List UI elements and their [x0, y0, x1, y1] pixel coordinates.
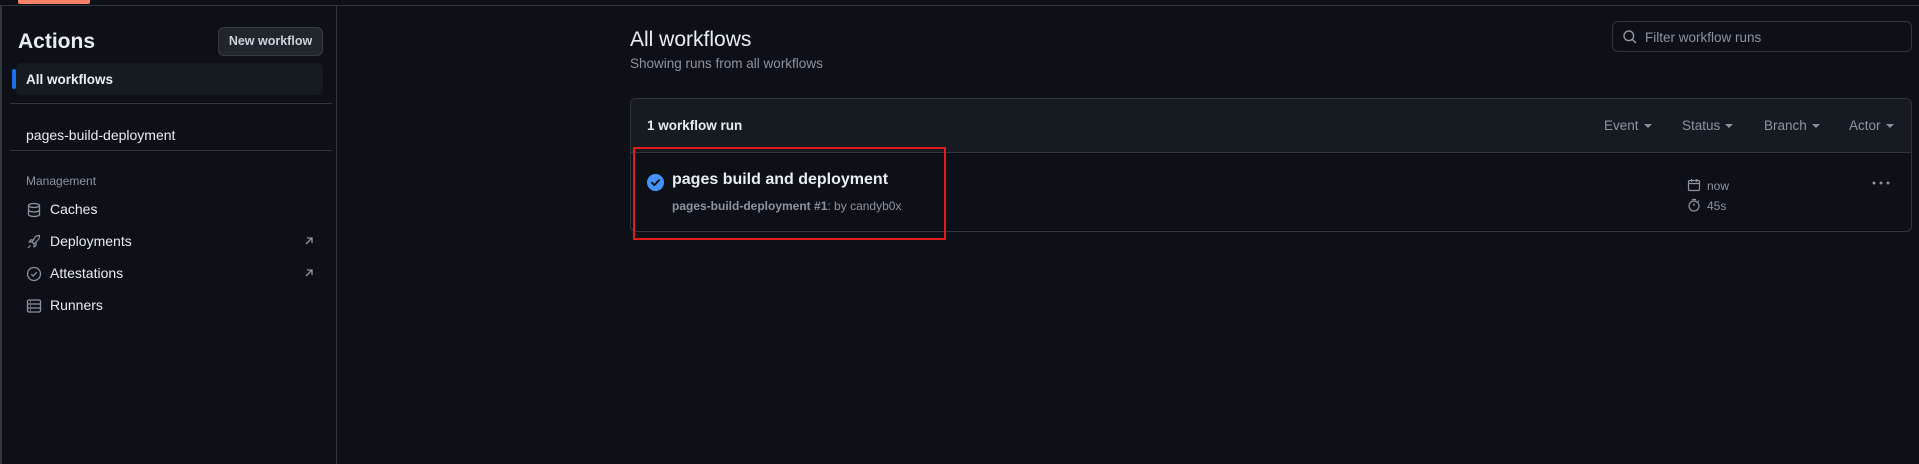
run-duration-value: 45s: [1707, 199, 1727, 213]
sidebar-item-caches[interactable]: Caches: [26, 199, 316, 221]
sidebar-item-deployments[interactable]: Deployments: [26, 231, 316, 253]
actor-filter-dropdown[interactable]: Actor: [1849, 118, 1894, 133]
sidebar-item-label: All workflows: [26, 72, 114, 87]
highlight-annotation-box: [633, 147, 946, 240]
management-heading: Management: [26, 174, 97, 188]
event-filter-dropdown[interactable]: Event: [1604, 118, 1652, 133]
filter-label: Event: [1604, 118, 1639, 133]
sidebar-title: Actions: [18, 30, 96, 53]
active-tab-underline: [18, 0, 90, 4]
status-filter-dropdown[interactable]: Status: [1682, 118, 1734, 133]
arrow-up-right-icon: [305, 269, 313, 277]
active-indicator: [12, 69, 16, 89]
filter-label: Branch: [1764, 118, 1807, 133]
runs-list-header: 1 workflow run Event Status Branch Actor: [631, 99, 1911, 153]
chevron-down-icon: [1811, 124, 1820, 129]
kebab-more-icon[interactable]: [1871, 177, 1891, 189]
filter-runs-search[interactable]: [1612, 21, 1912, 52]
search-input[interactable]: [1645, 27, 1905, 47]
branch-filter-dropdown[interactable]: Branch: [1764, 118, 1820, 133]
search-icon: [1623, 30, 1637, 44]
divider: [10, 150, 332, 151]
page-subtitle: Showing runs from all workflows: [630, 56, 823, 71]
sidebar-item-pages-build-deployment[interactable]: pages-build-deployment: [26, 127, 175, 143]
chevron-down-icon: [1725, 124, 1734, 129]
chevron-down-icon: [1643, 124, 1652, 129]
sidebar-item-label: Caches: [50, 201, 98, 217]
sidebar-item-attestations[interactable]: Attestations: [26, 263, 316, 285]
arrow-up-right-icon: [305, 237, 313, 245]
sidebar-item-label: Runners: [50, 297, 103, 313]
chevron-down-icon: [1885, 124, 1894, 129]
check-circle-icon: [26, 266, 42, 282]
server-icon: [26, 299, 42, 313]
page-title: All workflows: [630, 28, 752, 51]
filter-label: Status: [1682, 118, 1721, 133]
sidebar-item-label: Attestations: [50, 265, 124, 281]
sidebar: Actions New workflow All workflows pages…: [2, 6, 337, 464]
database-icon: [27, 202, 41, 218]
new-workflow-button[interactable]: New workflow: [218, 27, 323, 56]
sidebar-item-all-workflows[interactable]: All workflows: [12, 63, 323, 95]
divider: [10, 103, 332, 104]
sidebar-item-runners[interactable]: Runners: [26, 295, 316, 317]
run-time-value: now: [1707, 179, 1730, 193]
stopwatch-icon: [1688, 198, 1700, 212]
sidebar-item-label: Deployments: [50, 233, 132, 249]
filter-label: Actor: [1849, 118, 1881, 133]
run-count: 1 workflow run: [647, 118, 743, 133]
rocket-icon: [27, 234, 41, 249]
calendar-icon: [1687, 179, 1701, 192]
